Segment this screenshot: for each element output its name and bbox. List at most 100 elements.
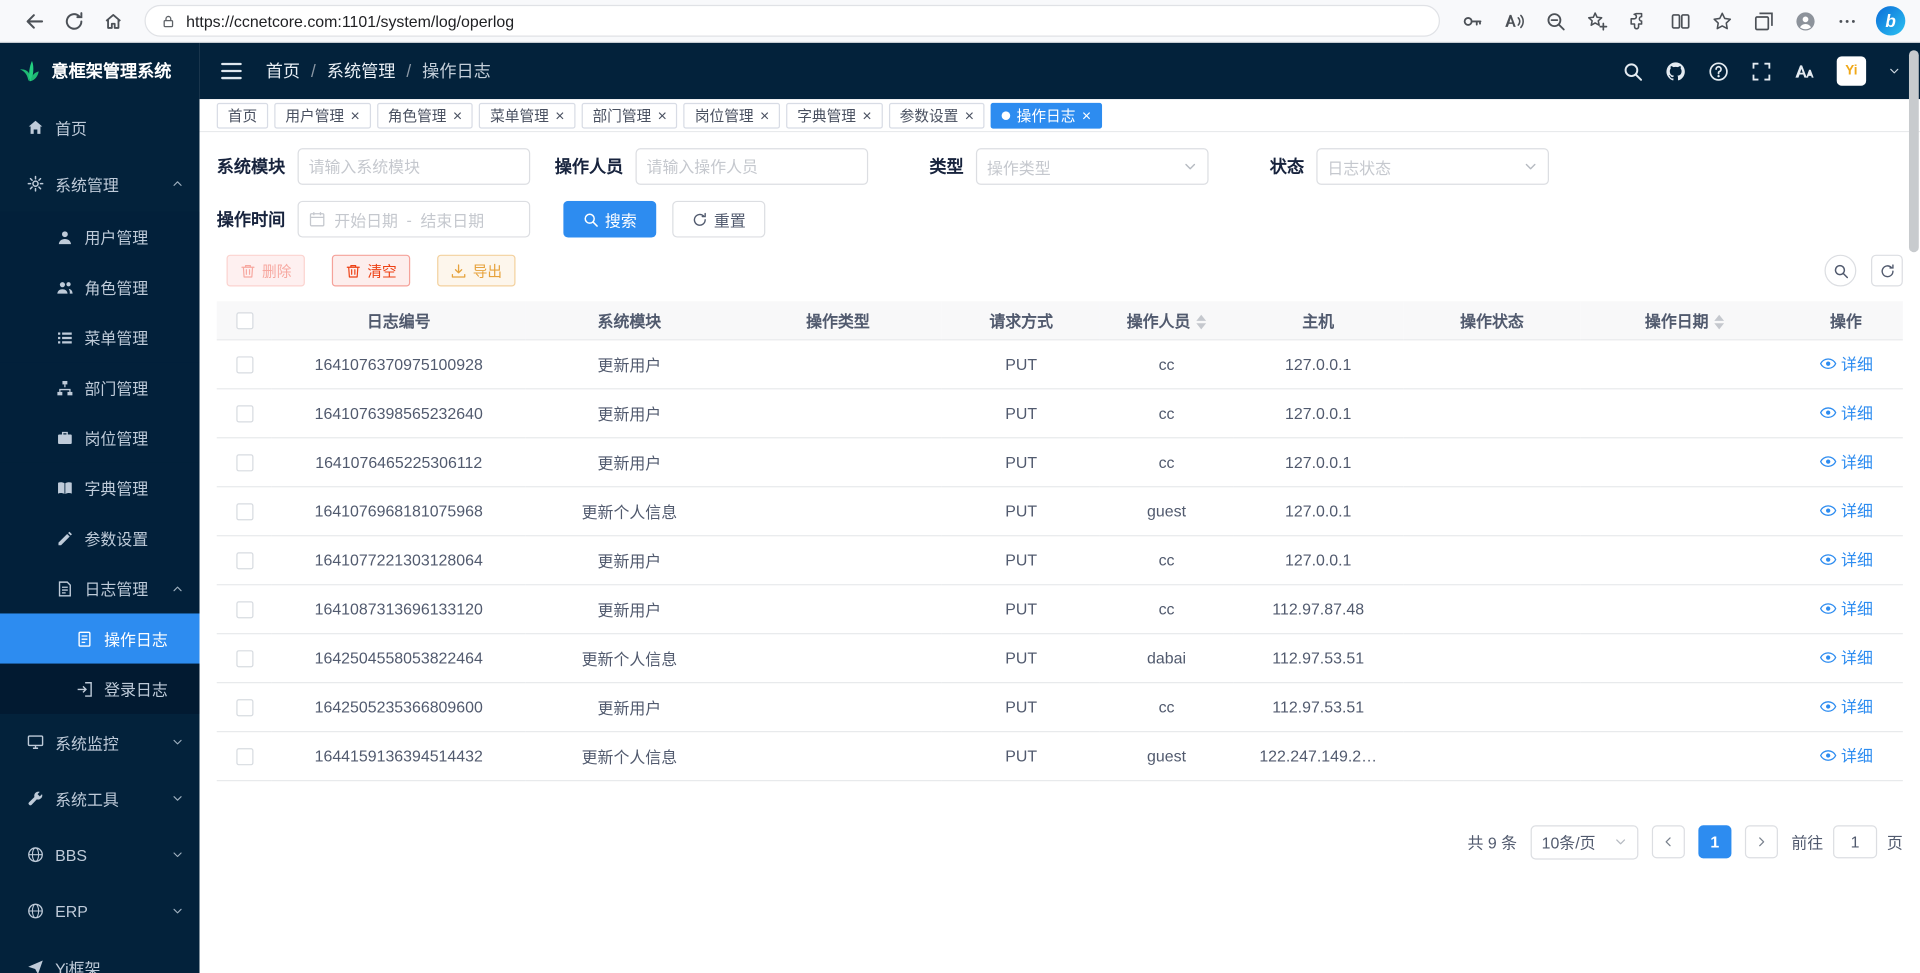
- sidebar-item-bbs[interactable]: BBS: [0, 827, 200, 883]
- sidebar-item-home[interactable]: 首页: [0, 99, 200, 155]
- address-bar[interactable]: https://ccnetcore.com:1101/system/log/op…: [144, 5, 1440, 37]
- sidebar-item-login-log[interactable]: 登录日志: [0, 664, 200, 714]
- column-header-operator[interactable]: 操作人员: [1100, 301, 1233, 339]
- date-range-picker[interactable]: 开始日期 - 结束日期: [298, 201, 531, 238]
- column-header-date[interactable]: 操作日期: [1580, 301, 1789, 339]
- close-tab-icon[interactable]: ×: [862, 107, 871, 123]
- module-input[interactable]: [298, 148, 531, 185]
- profile-avatar[interactable]: [1785, 4, 1824, 38]
- close-tab-icon[interactable]: ×: [965, 107, 974, 123]
- close-tab-icon[interactable]: ×: [657, 107, 666, 123]
- table-search-button[interactable]: [1824, 255, 1856, 287]
- row-checkbox[interactable]: [236, 356, 253, 373]
- close-tab-icon[interactable]: ×: [760, 107, 769, 123]
- row-checkbox[interactable]: [236, 503, 253, 520]
- bing-copilot-button[interactable]: b: [1876, 6, 1905, 35]
- reload-button[interactable]: [54, 4, 93, 38]
- read-aloud-button[interactable]: [1494, 4, 1533, 38]
- close-tab-icon[interactable]: ×: [1082, 107, 1091, 123]
- header-search-button[interactable]: [1622, 61, 1643, 82]
- row-checkbox[interactable]: [236, 454, 253, 471]
- browser-home-button[interactable]: [93, 4, 132, 38]
- sidebar-item-system-tools[interactable]: 系统工具: [0, 770, 200, 826]
- sidebar-item-system-monitor[interactable]: 系统监控: [0, 714, 200, 770]
- table-refresh-button[interactable]: [1871, 255, 1903, 287]
- help-button[interactable]: [1708, 61, 1729, 82]
- settings-menu-button[interactable]: [1827, 4, 1866, 38]
- row-checkbox[interactable]: [236, 650, 253, 667]
- tab-dept-mgmt[interactable]: 部门管理×: [581, 102, 677, 128]
- row-checkbox[interactable]: [236, 601, 253, 618]
- sidebar-item-system-mgmt[interactable]: 系统管理: [0, 156, 200, 212]
- detail-link[interactable]: 详细: [1819, 401, 1873, 424]
- collections-button[interactable]: [1744, 4, 1783, 38]
- sidebar-item-oper-log[interactable]: 操作日志: [0, 613, 200, 663]
- tab-user-mgmt[interactable]: 用户管理×: [274, 102, 370, 128]
- sidebar-item-menu-mgmt[interactable]: 菜单管理: [0, 312, 200, 362]
- sort-caret-icon[interactable]: [1197, 315, 1207, 330]
- tab-param-settings[interactable]: 参数设置×: [889, 102, 985, 128]
- row-checkbox[interactable]: [236, 699, 253, 716]
- tab-role-mgmt[interactable]: 角色管理×: [377, 102, 473, 128]
- detail-link[interactable]: 详细: [1819, 744, 1873, 767]
- row-checkbox[interactable]: [236, 405, 253, 422]
- export-button[interactable]: 导出: [437, 255, 515, 287]
- sidebar-item-erp[interactable]: ERP: [0, 883, 200, 939]
- detail-link[interactable]: 详细: [1819, 450, 1873, 473]
- type-select[interactable]: 操作类型: [976, 148, 1209, 185]
- font-size-button[interactable]: [1794, 61, 1815, 82]
- status-select[interactable]: 日志状态: [1316, 148, 1549, 185]
- page-scrollbar[interactable]: [1909, 44, 1919, 970]
- sort-caret-icon[interactable]: [1715, 315, 1725, 330]
- row-checkbox[interactable]: [236, 748, 253, 765]
- detail-link[interactable]: 详细: [1819, 548, 1873, 571]
- search-button[interactable]: 搜索: [563, 201, 656, 238]
- favorites-button[interactable]: [1702, 4, 1741, 38]
- github-button[interactable]: [1665, 61, 1686, 82]
- zoom-button[interactable]: [1536, 4, 1575, 38]
- select-all-checkbox[interactable]: [236, 312, 253, 329]
- tab-oper-log[interactable]: 操作日志×: [991, 102, 1102, 128]
- sidebar-item-yi-framework[interactable]: Yi框架: [0, 939, 200, 973]
- detail-link[interactable]: 详细: [1819, 499, 1873, 522]
- avatar-dropdown-caret[interactable]: [1888, 65, 1900, 77]
- detail-link[interactable]: 详细: [1819, 597, 1873, 620]
- scrollbar-thumb[interactable]: [1909, 50, 1919, 252]
- sidebar-item-dict-mgmt[interactable]: 字典管理: [0, 463, 200, 513]
- tab-menu-mgmt[interactable]: 菜单管理×: [479, 102, 575, 128]
- app-logo[interactable]: 意框架管理系统: [0, 43, 200, 99]
- tab-home[interactable]: 首页: [217, 102, 268, 128]
- fullscreen-button[interactable]: [1751, 61, 1772, 82]
- sidebar-item-log-mgmt[interactable]: 日志管理: [0, 563, 200, 613]
- delete-button[interactable]: 删除: [227, 255, 305, 287]
- sidebar-item-param-settings[interactable]: 参数设置: [0, 513, 200, 563]
- sidebar-item-post-mgmt[interactable]: 岗位管理: [0, 413, 200, 463]
- detail-link[interactable]: 详细: [1819, 646, 1873, 669]
- split-screen-button[interactable]: [1660, 4, 1699, 38]
- tab-dict-mgmt[interactable]: 字典管理×: [786, 102, 882, 128]
- url-text[interactable]: https://ccnetcore.com:1101/system/log/op…: [186, 12, 514, 30]
- close-tab-icon[interactable]: ×: [555, 107, 564, 123]
- page-size-select[interactable]: 10条/页: [1531, 825, 1639, 859]
- reset-button[interactable]: 重置: [672, 201, 765, 238]
- current-page-button[interactable]: 1: [1698, 825, 1731, 858]
- sidebar-item-dept-mgmt[interactable]: 部门管理: [0, 362, 200, 412]
- detail-link[interactable]: 详细: [1819, 695, 1873, 718]
- close-tab-icon[interactable]: ×: [350, 107, 359, 123]
- goto-page-input[interactable]: [1833, 825, 1877, 858]
- add-favorite-button[interactable]: [1577, 4, 1616, 38]
- operator-input[interactable]: [636, 148, 869, 185]
- clear-button[interactable]: 清空: [332, 255, 410, 287]
- back-button[interactable]: [15, 4, 54, 38]
- sidebar-item-role-mgmt[interactable]: 角色管理: [0, 262, 200, 312]
- sidebar-toggle[interactable]: [219, 59, 243, 83]
- sidebar-item-user-mgmt[interactable]: 用户管理: [0, 212, 200, 262]
- close-tab-icon[interactable]: ×: [453, 107, 462, 123]
- detail-link[interactable]: 详细: [1819, 352, 1873, 375]
- breadcrumb-item[interactable]: 首页: [266, 59, 300, 83]
- tab-post-mgmt[interactable]: 岗位管理×: [684, 102, 780, 128]
- row-checkbox[interactable]: [236, 552, 253, 569]
- prev-page-button[interactable]: [1652, 825, 1685, 858]
- user-avatar[interactable]: Yi: [1837, 56, 1866, 85]
- extensions-button[interactable]: [1619, 4, 1658, 38]
